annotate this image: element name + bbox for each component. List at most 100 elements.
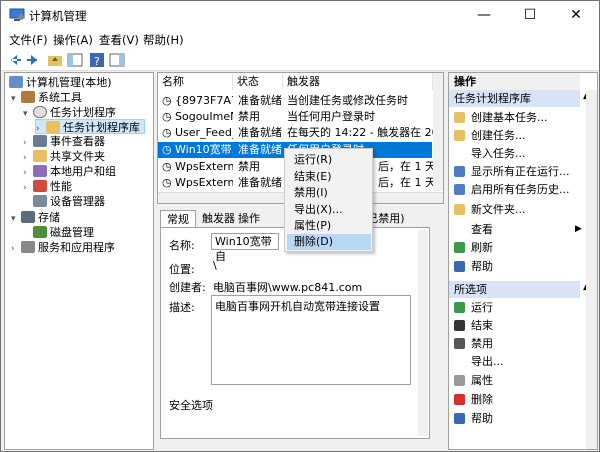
task-name: WpsExtern... bbox=[175, 160, 233, 173]
tree-item-computer-management[interactable]: 计算机管理(本地) bbox=[9, 75, 112, 90]
menu-bar: 文件(F) 操作(A) 查看(V) 帮助(H) bbox=[1, 30, 599, 49]
tools-icon bbox=[21, 91, 35, 103]
back-icon[interactable] bbox=[7, 52, 23, 68]
location-label: 位置: bbox=[169, 263, 195, 276]
services-icon bbox=[21, 241, 35, 253]
history-icon bbox=[454, 184, 465, 195]
device-manager-icon bbox=[33, 195, 47, 207]
context-menu-end[interactable]: 结束(E) bbox=[287, 169, 371, 185]
chevron-down-icon[interactable]: ▾ bbox=[11, 92, 21, 107]
author-label: 创建者: bbox=[169, 281, 206, 294]
task-trigger: 当创建任务或修改任务时 bbox=[287, 94, 408, 107]
task-status: 准备就绪 bbox=[238, 143, 282, 156]
author-value: 电脑百事网\www.pc841.com bbox=[213, 281, 363, 294]
tree-item-disk-management[interactable]: 磁盘管理 bbox=[33, 225, 94, 240]
actions-scrollbar[interactable] bbox=[586, 90, 597, 449]
disable-icon bbox=[454, 338, 465, 349]
stop-icon bbox=[454, 320, 465, 331]
column-header-triggers[interactable]: 触发器 bbox=[283, 73, 433, 90]
task-icon bbox=[454, 130, 465, 141]
actions-section-task-library[interactable]: 任务计划程序库 bbox=[449, 90, 580, 107]
tree-item-services-apps[interactable]: › 服务和应用程序 bbox=[11, 240, 115, 255]
show-hide-action-pane-icon[interactable] bbox=[109, 52, 125, 68]
menu-help[interactable]: 帮助(H) bbox=[143, 32, 184, 48]
column-header-name[interactable]: 名称 bbox=[158, 73, 233, 90]
task-status: 准备就绪 bbox=[238, 126, 282, 139]
task-icon: ◷ bbox=[162, 94, 172, 107]
task-trigger: 当任何用户登录时 bbox=[287, 110, 375, 123]
tree-item-device-manager[interactable]: 设备管理器 bbox=[33, 194, 105, 209]
close-button[interactable]: ✕ bbox=[553, 1, 599, 30]
shared-folder-icon bbox=[33, 150, 47, 162]
tree-item-shared-folders[interactable]: › 共享文件夹 bbox=[23, 149, 105, 164]
chevron-down-icon[interactable]: ▾ bbox=[11, 212, 21, 227]
tree-item-task-library[interactable]: › 任务计划程序库 bbox=[35, 119, 145, 134]
task-trigger: 在每天的 14:22 - 触发器在 2025/1 bbox=[287, 126, 437, 139]
tree-item-system-tools[interactable]: ▾ 系统工具 bbox=[11, 90, 82, 105]
table-row[interactable]: ◷ SogouImeM... 禁用 当任何用户登录时 bbox=[158, 109, 432, 125]
users-icon bbox=[33, 165, 47, 177]
minimize-button[interactable]: — bbox=[461, 1, 507, 30]
context-menu-delete[interactable]: 删除(D) bbox=[287, 234, 371, 250]
task-trigger: 后，在 1 天 期 bbox=[378, 176, 438, 189]
description-field[interactable]: 电脑百事网开机自动宽带连接设置 bbox=[211, 295, 411, 385]
event-viewer-icon bbox=[33, 135, 47, 147]
task-icon: ◷ bbox=[162, 160, 172, 173]
task-name: User_Feed_... bbox=[175, 126, 233, 139]
menu-file[interactable]: 文件(F) bbox=[9, 32, 48, 48]
tree-item-performance[interactable]: › 性能 bbox=[23, 179, 72, 194]
maximize-button[interactable]: ☐ bbox=[507, 1, 553, 30]
help-icon bbox=[454, 261, 465, 272]
refresh-icon bbox=[454, 242, 465, 253]
context-menu-export[interactable]: 导出(X)... bbox=[287, 202, 371, 218]
chevron-right-icon[interactable]: › bbox=[23, 181, 33, 196]
table-row[interactable]: ◷ User_Feed_... 准备就绪 在每天的 14:22 - 触发器在 2… bbox=[158, 125, 437, 141]
actions-section-selected[interactable]: 所选项 bbox=[449, 281, 580, 298]
delete-icon bbox=[454, 394, 465, 405]
help-icon bbox=[454, 413, 465, 424]
svg-text:?: ? bbox=[94, 55, 100, 68]
context-menu-disable[interactable]: 禁用(I) bbox=[287, 185, 371, 201]
name-label: 名称: bbox=[169, 239, 195, 252]
computer-management-icon bbox=[9, 8, 25, 21]
chevron-right-icon[interactable]: › bbox=[11, 242, 21, 257]
chevron-down-icon[interactable]: ▾ bbox=[23, 107, 33, 122]
storage-icon bbox=[21, 211, 35, 223]
properties-icon bbox=[454, 375, 465, 386]
tree-item-local-users[interactable]: › 本地用户和组 bbox=[23, 164, 116, 179]
title-bar[interactable]: 计算机管理 — ☐ ✕ bbox=[1, 1, 599, 30]
new-folder-icon bbox=[454, 204, 465, 215]
actions-header: 操作 bbox=[449, 73, 580, 90]
disk-icon bbox=[33, 226, 47, 238]
tree-item-storage[interactable]: ▾ 存储 bbox=[11, 210, 60, 225]
context-menu-run[interactable]: 运行(R) bbox=[287, 152, 371, 168]
performance-icon bbox=[33, 180, 47, 192]
tab-general[interactable]: 常规 bbox=[160, 210, 196, 227]
column-header-status[interactable]: 状态 bbox=[233, 73, 283, 90]
tree-item-task-scheduler[interactable]: ▾ 任务计划程序 bbox=[23, 105, 116, 120]
context-menu-properties[interactable]: 属性(P) bbox=[287, 218, 371, 234]
up-folder-icon[interactable] bbox=[47, 52, 63, 68]
tree-item-event-viewer[interactable]: › 事件查看器 bbox=[23, 134, 105, 149]
menu-view[interactable]: 查看(V) bbox=[99, 32, 139, 48]
task-icon: ◷ bbox=[162, 110, 172, 123]
task-status: 禁用 bbox=[238, 160, 260, 173]
vertical-scrollbar[interactable] bbox=[433, 73, 443, 191]
show-hide-tree-icon[interactable] bbox=[67, 52, 83, 68]
task-status: 准备就绪 bbox=[238, 94, 282, 107]
folder-icon bbox=[46, 121, 60, 133]
task-name: WpsExtern... bbox=[175, 176, 233, 189]
name-field[interactable]: Win10宽带自 bbox=[211, 233, 279, 263]
toolbar: ? bbox=[1, 49, 599, 71]
tab-actions[interactable]: 操作 bbox=[232, 210, 266, 227]
location-value: \ bbox=[213, 259, 217, 272]
help-icon[interactable]: ? bbox=[89, 52, 105, 68]
forward-icon[interactable] bbox=[25, 52, 41, 68]
table-row[interactable]: ◷ {8973F7A7-... 准备就绪 当创建任务或修改任务时 bbox=[158, 93, 432, 109]
task-icon: ◷ bbox=[162, 176, 172, 189]
details-scrollbar[interactable] bbox=[418, 230, 428, 436]
task-trigger: 后，在 1 天 期 bbox=[378, 160, 438, 173]
menu-action[interactable]: 操作(A) bbox=[53, 32, 93, 48]
navigation-tree: 计算机管理(本地) ▾ 系统工具 ▾ 任务计划程序 › 任务计划程序库 › 事件查看器 … bbox=[4, 72, 154, 450]
actions-pane: 操作 任务计划程序库 ▲ 创建基本任务... 创建任务... 导入任务... 显… bbox=[448, 72, 598, 450]
